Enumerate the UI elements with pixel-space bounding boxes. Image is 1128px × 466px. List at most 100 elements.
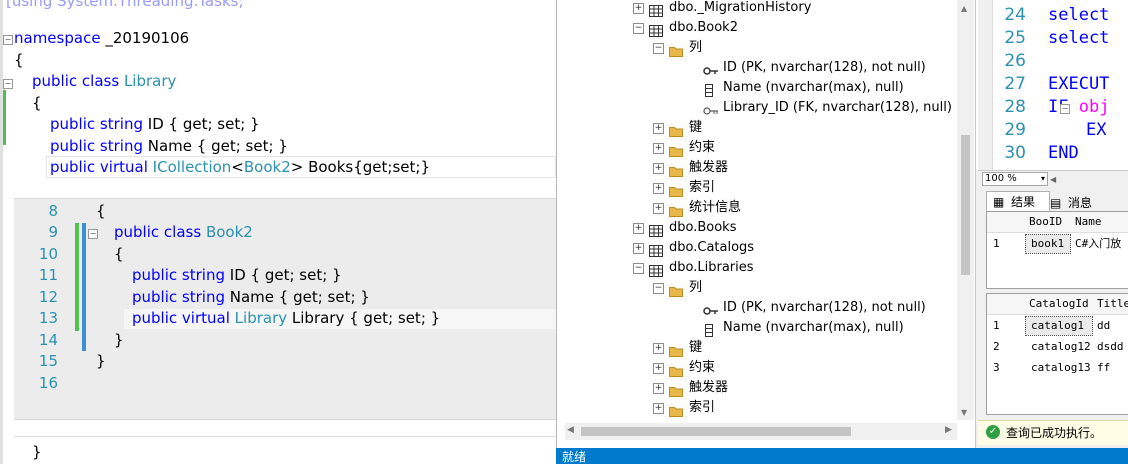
tree-node[interactable]: + 键 [557,338,957,358]
tree-node[interactable]: + 键 [557,118,957,138]
tree-node[interactable]: + 统计信息 [557,198,957,218]
sql-line: select [1048,28,1110,48]
tree-node-label: dbo.Book2 [669,20,738,35]
column-header[interactable]: Name [1075,212,1102,232]
status-bar: 就绪 [556,448,1128,464]
tree-node[interactable]: + 触发器 [557,378,957,398]
code-line: public string Name { get; set; } [50,137,288,155]
tree-node-label: dbo.Libraries [669,260,754,275]
tree-node[interactable]: − dbo.Book2 [557,18,957,38]
tree-node[interactable]: Name (nvarchar(max), null) [557,318,957,338]
grid-cell[interactable]: catalog12 [1031,337,1091,357]
query-window[interactable]: 24 select 25 select 26 27 EXECUT 28 IF obj 29 EX 30… [975,0,1128,448]
result-grid-1[interactable]: BooID Name 1 book1 C#入门放 [986,211,1128,289]
tree-node-label: Name (nvarchar(max), null) [723,80,904,95]
grid-cell[interactable]: catalog13 [1031,358,1091,378]
collapse-icon[interactable]: − [653,43,664,54]
sql-line: select [1048,5,1110,25]
scroll-left-icon[interactable]: ◀ [1050,175,1056,184]
scroll-left-icon[interactable]: ◀ [567,425,574,435]
expand-icon[interactable]: + [653,203,664,214]
row-number: 1 [993,319,1000,332]
expand-icon[interactable]: + [653,343,664,354]
column-header[interactable]: Title [1097,294,1128,314]
scroll-down-icon[interactable]: ▼ [961,408,967,417]
collapse-icon[interactable]: − [633,23,644,34]
tree-node[interactable]: + dbo.Books [557,218,957,238]
grid-cell[interactable]: dsdd [1097,337,1124,357]
tab-results[interactable]: ▦ 结果 [986,191,1050,212]
expand-icon[interactable]: + [653,183,664,194]
tree-node-label: 列 [689,40,703,55]
grid-cell[interactable]: C#入门放 [1075,234,1121,254]
fold-toggle[interactable]: − [1060,104,1070,114]
grid-cell[interactable]: dd [1097,316,1110,336]
line-number: 12 [38,288,58,306]
object-explorer[interactable]: + dbo._MigrationHistory − dbo.Book2− 列 ID (PK… [556,0,975,448]
code-line: public string ID { get; set; } [132,266,342,284]
expand-icon[interactable]: + [653,123,664,134]
horizontal-scrollbar[interactable]: ◀ ▶ [565,423,957,440]
expand-icon[interactable]: + [633,243,644,254]
tree-node[interactable]: Library_ID (FK, nvarchar(128), null) [557,98,957,118]
tree-node[interactable]: + dbo.Catalogs [557,238,957,258]
grid-cell[interactable]: book1 [1031,234,1064,254]
code-line: { [32,94,42,112]
code-line: public class Library [32,72,177,90]
line-number: 27 [1004,74,1026,94]
tree-node-label: dbo._MigrationHistory [669,0,812,15]
tree-node[interactable]: + dbo._MigrationHistory [557,0,957,18]
expand-icon[interactable]: + [653,403,664,414]
row-number: 1 [993,237,1000,250]
tree-node[interactable]: + 索引 [557,178,957,198]
scroll-up-icon[interactable]: ▲ [961,4,967,13]
code-editor[interactable]: [using System.Threading.Tasks; − namespa… [0,0,556,464]
expand-icon[interactable]: + [653,363,664,374]
tree-node[interactable]: ID (PK, nvarchar(128), not null) [557,58,957,78]
code-line: public virtual ICollection<Book2> Books{… [50,158,430,176]
tree-node[interactable]: − 列 [557,278,957,298]
tree-node[interactable]: − 列 [557,38,957,58]
tree-node[interactable]: + 约束 [557,358,957,378]
tree-node[interactable]: + 索引 [557,398,957,418]
peek-definition-window[interactable]: 8 9 10 11 12 13 14 15 16 − { public clas… [14,198,556,420]
tree-node[interactable]: + 触发器 [557,158,957,178]
expand-icon[interactable]: + [653,163,664,174]
line-number: 15 [38,352,58,370]
vertical-scrollbar[interactable]: ▲ ▼ [957,0,974,420]
editor-margin [978,0,993,170]
line-number: 16 [38,374,58,392]
column-header[interactable]: BooID [1029,212,1062,232]
zoom-select[interactable]: 100 % ▾ [982,172,1048,186]
line-number: 30 [1004,143,1026,163]
tree-node-label: 约束 [689,140,716,155]
line-number: 28 [1004,97,1026,117]
fold-toggle[interactable]: − [88,229,98,239]
scrollbar-thumb[interactable] [581,427,851,436]
tree-node[interactable]: − dbo.Libraries [557,258,957,278]
line-number: 13 [38,309,58,327]
tab-messages[interactable]: ▤ 消息 [1048,193,1104,211]
sql-editor[interactable]: 24 select 25 select 26 27 EXECUT 28 IF obj 29 EX 30… [978,0,1128,170]
scroll-right-icon[interactable]: ▶ [945,425,952,435]
result-grid-2[interactable]: CatalogId Title 1 catalog1 dd 2 catalog1… [986,293,1128,415]
tree-node-label: 键 [689,120,703,135]
tree-node[interactable]: Name (nvarchar(max), null) [557,78,957,98]
line-number: 10 [38,245,58,263]
expand-icon[interactable]: + [633,3,644,14]
collapse-icon[interactable]: − [633,263,644,274]
expand-icon[interactable]: + [653,383,664,394]
expand-icon[interactable]: + [633,223,644,234]
column-header[interactable]: CatalogId [1029,294,1089,314]
tree-node[interactable]: ID (PK, nvarchar(128), not null) [557,298,957,318]
tree-node[interactable]: + 约束 [557,138,957,158]
fold-toggle[interactable]: − [3,79,13,89]
tree-node-label: 触发器 [689,160,729,175]
code-line: namespace _20190106 [14,29,190,47]
expand-icon[interactable]: + [653,143,664,154]
collapse-icon[interactable]: − [653,283,664,294]
fold-toggle[interactable]: − [3,35,13,45]
grid-cell[interactable]: ff [1097,358,1110,378]
grid-cell[interactable]: catalog1 [1031,316,1084,336]
scrollbar-thumb[interactable] [961,135,970,275]
